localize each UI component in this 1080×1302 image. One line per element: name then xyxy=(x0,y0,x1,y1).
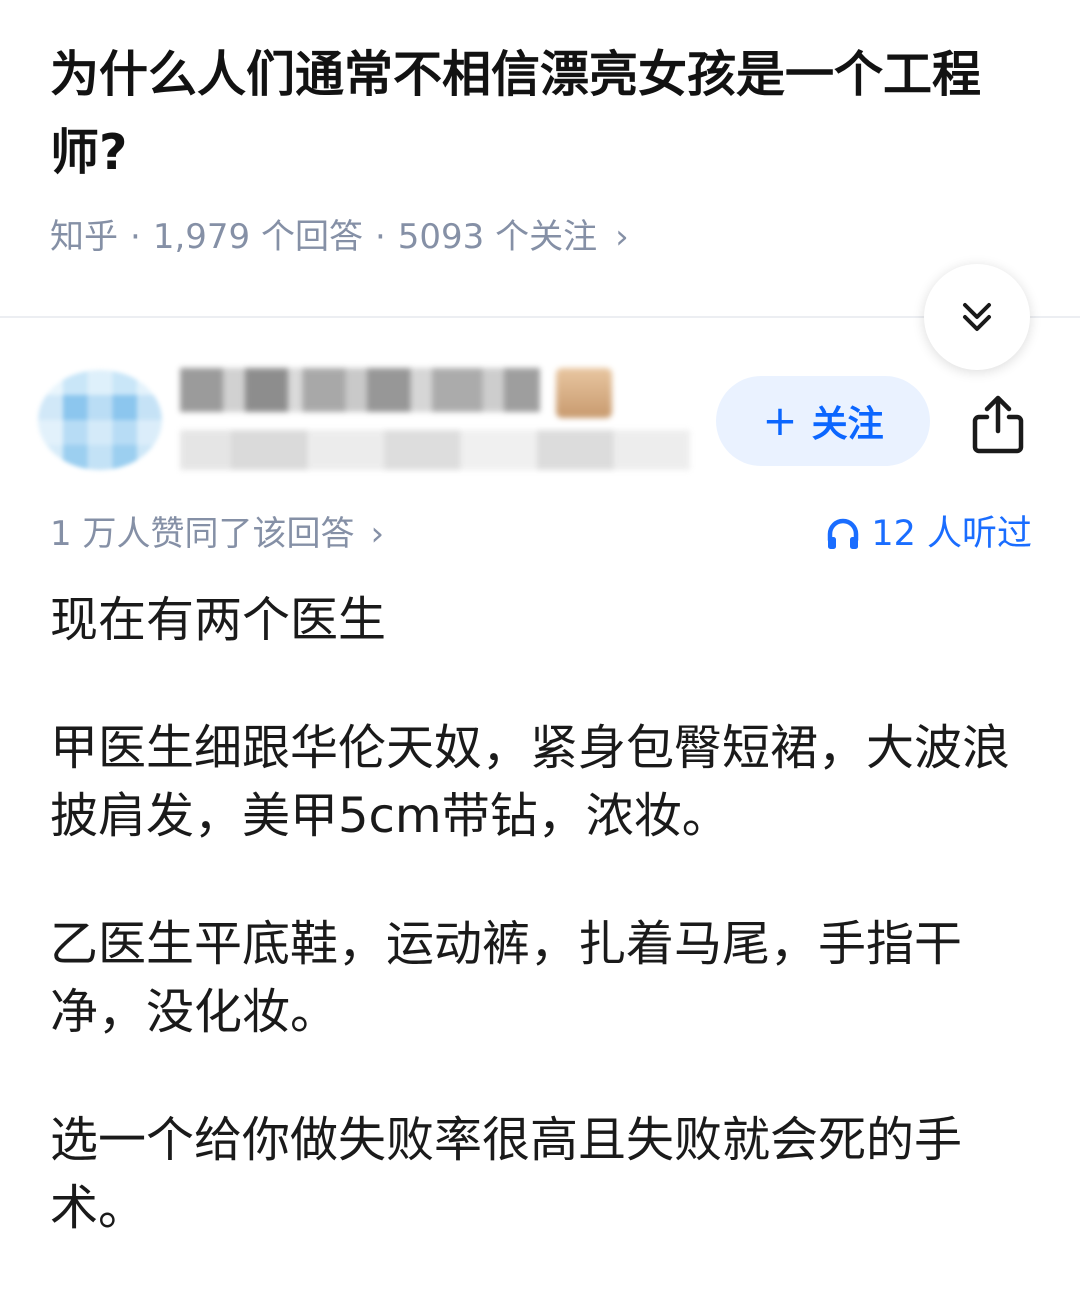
follow-label: 关注 xyxy=(811,404,884,445)
meta-separator: · xyxy=(130,217,141,257)
divider xyxy=(0,316,1080,318)
question-header: 为什么人们通常不相信漂亮女孩是一个工程师? 知乎 · 1,979 个回答 · 5… xyxy=(0,0,1080,318)
share-button[interactable] xyxy=(962,386,1034,462)
author-row: + 关注 xyxy=(0,350,1080,490)
author-bio-redacted xyxy=(180,430,690,470)
listen-button[interactable]: 12 人听过 xyxy=(825,508,1032,560)
answer-count: 1,979 个回答 xyxy=(152,217,363,257)
source-label: 知乎 xyxy=(50,217,118,257)
chevron-right-icon: › xyxy=(615,217,629,257)
headphones-icon xyxy=(828,518,859,549)
question-title[interactable]: 为什么人们通常不相信漂亮女孩是一个工程师? xyxy=(50,36,1035,192)
upvote-summary[interactable]: 1 万人赞同了该回答 › xyxy=(50,508,384,560)
double-chevron-down-icon xyxy=(963,303,991,331)
author-badge-redacted xyxy=(556,368,612,418)
answer-paragraph: 现在有两个医生 xyxy=(50,592,387,648)
answer-paragraph: 甲医生细跟华伦天奴，紧身包臀短裙，大波浪披肩发，美甲5cm带钻，浓妆。 xyxy=(50,720,1011,844)
follow-button[interactable]: + 关注 xyxy=(716,376,930,466)
answer-paragraph: 选一个给你做失败率很高且失败就会死的手术。 xyxy=(50,1112,963,1236)
follower-count: 5093 个关注 xyxy=(397,217,598,257)
plus-icon: + xyxy=(762,396,798,445)
chevron-right-icon: › xyxy=(370,514,385,554)
avatar[interactable] xyxy=(38,370,162,470)
author-name-redacted[interactable] xyxy=(180,368,540,412)
upvote-count: 1 万人赞同了该回答 xyxy=(50,514,355,554)
share-icon xyxy=(972,395,1024,454)
answer-stats: 1 万人赞同了该回答 › 12 人听过 xyxy=(50,508,1032,560)
answer-body[interactable]: 现在有两个医生 甲医生细跟华伦天奴，紧身包臀短裙，大波浪披肩发，美甲5cm带钻，… xyxy=(50,586,1035,1302)
listen-count: 12 人听过 xyxy=(871,514,1032,554)
meta-separator: · xyxy=(374,217,386,257)
answer-paragraph: 乙医生平底鞋，运动裤，扎着马尾，手指干净，没化妆。 xyxy=(50,916,963,1040)
question-meta[interactable]: 知乎 · 1,979 个回答 · 5093 个关注 › xyxy=(50,212,629,262)
